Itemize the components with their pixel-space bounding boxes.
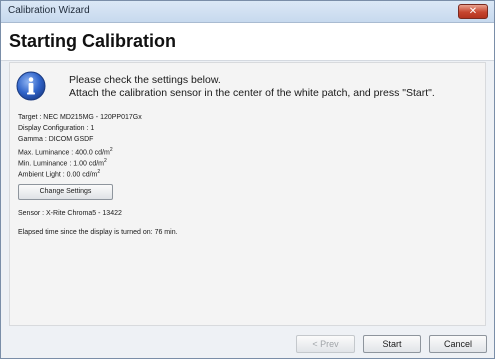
instruction-line-2: Attach the calibration sensor in the cen… (69, 87, 435, 99)
window-title: Calibration Wizard (8, 5, 90, 16)
ambient-light-unit-sup: 2 (97, 169, 101, 175)
max-luminance-text: Max. Luminance : 400.0 cd/m (18, 149, 110, 157)
info-icon (16, 71, 46, 101)
target-info: Target : NEC MD215MG - 120PP017Gx (18, 114, 142, 121)
close-icon: ✕ (468, 6, 478, 17)
change-settings-button[interactable]: Change Settings (18, 184, 113, 200)
prev-button[interactable]: < Prev (296, 335, 355, 353)
gamma-info: Gamma : DICOM GSDF (18, 136, 94, 143)
close-button[interactable]: ✕ (458, 4, 488, 19)
content-panel: Please check the settings below. Attach … (9, 62, 486, 326)
ambient-light-text: Ambient Light : 0.00 cd/m (18, 171, 98, 179)
ambient-light-info: Ambient Light : 0.00 cd/m2 (18, 169, 100, 178)
elapsed-time-info: Elapsed time since the display is turned… (18, 229, 178, 236)
sensor-info: Sensor : X-Rite Chroma5 - 13422 (18, 210, 122, 217)
max-luminance-unit-sup: 2 (109, 147, 113, 153)
wizard-header: Starting Calibration (1, 23, 494, 61)
title-bar: Calibration Wizard ✕ (1, 1, 494, 23)
min-luminance-unit-sup: 2 (104, 158, 107, 164)
min-luminance-text: Min. Luminance : 1.00 cd/m (18, 160, 104, 168)
calibration-wizard-window: Calibration Wizard ✕ Starting Calibratio… (0, 0, 495, 359)
start-button[interactable]: Start (363, 335, 421, 353)
display-configuration-info: Display Configuration : 1 (18, 125, 95, 132)
min-luminance-info: Min. Luminance : 1.00 cd/m2 (18, 158, 107, 167)
cancel-button[interactable]: Cancel (429, 335, 487, 353)
instruction-line-1: Please check the settings below. (69, 74, 221, 86)
page-title: Starting Calibration (9, 31, 177, 51)
max-luminance-info: Max. Luminance : 400.0 cd/m2 (18, 147, 113, 156)
